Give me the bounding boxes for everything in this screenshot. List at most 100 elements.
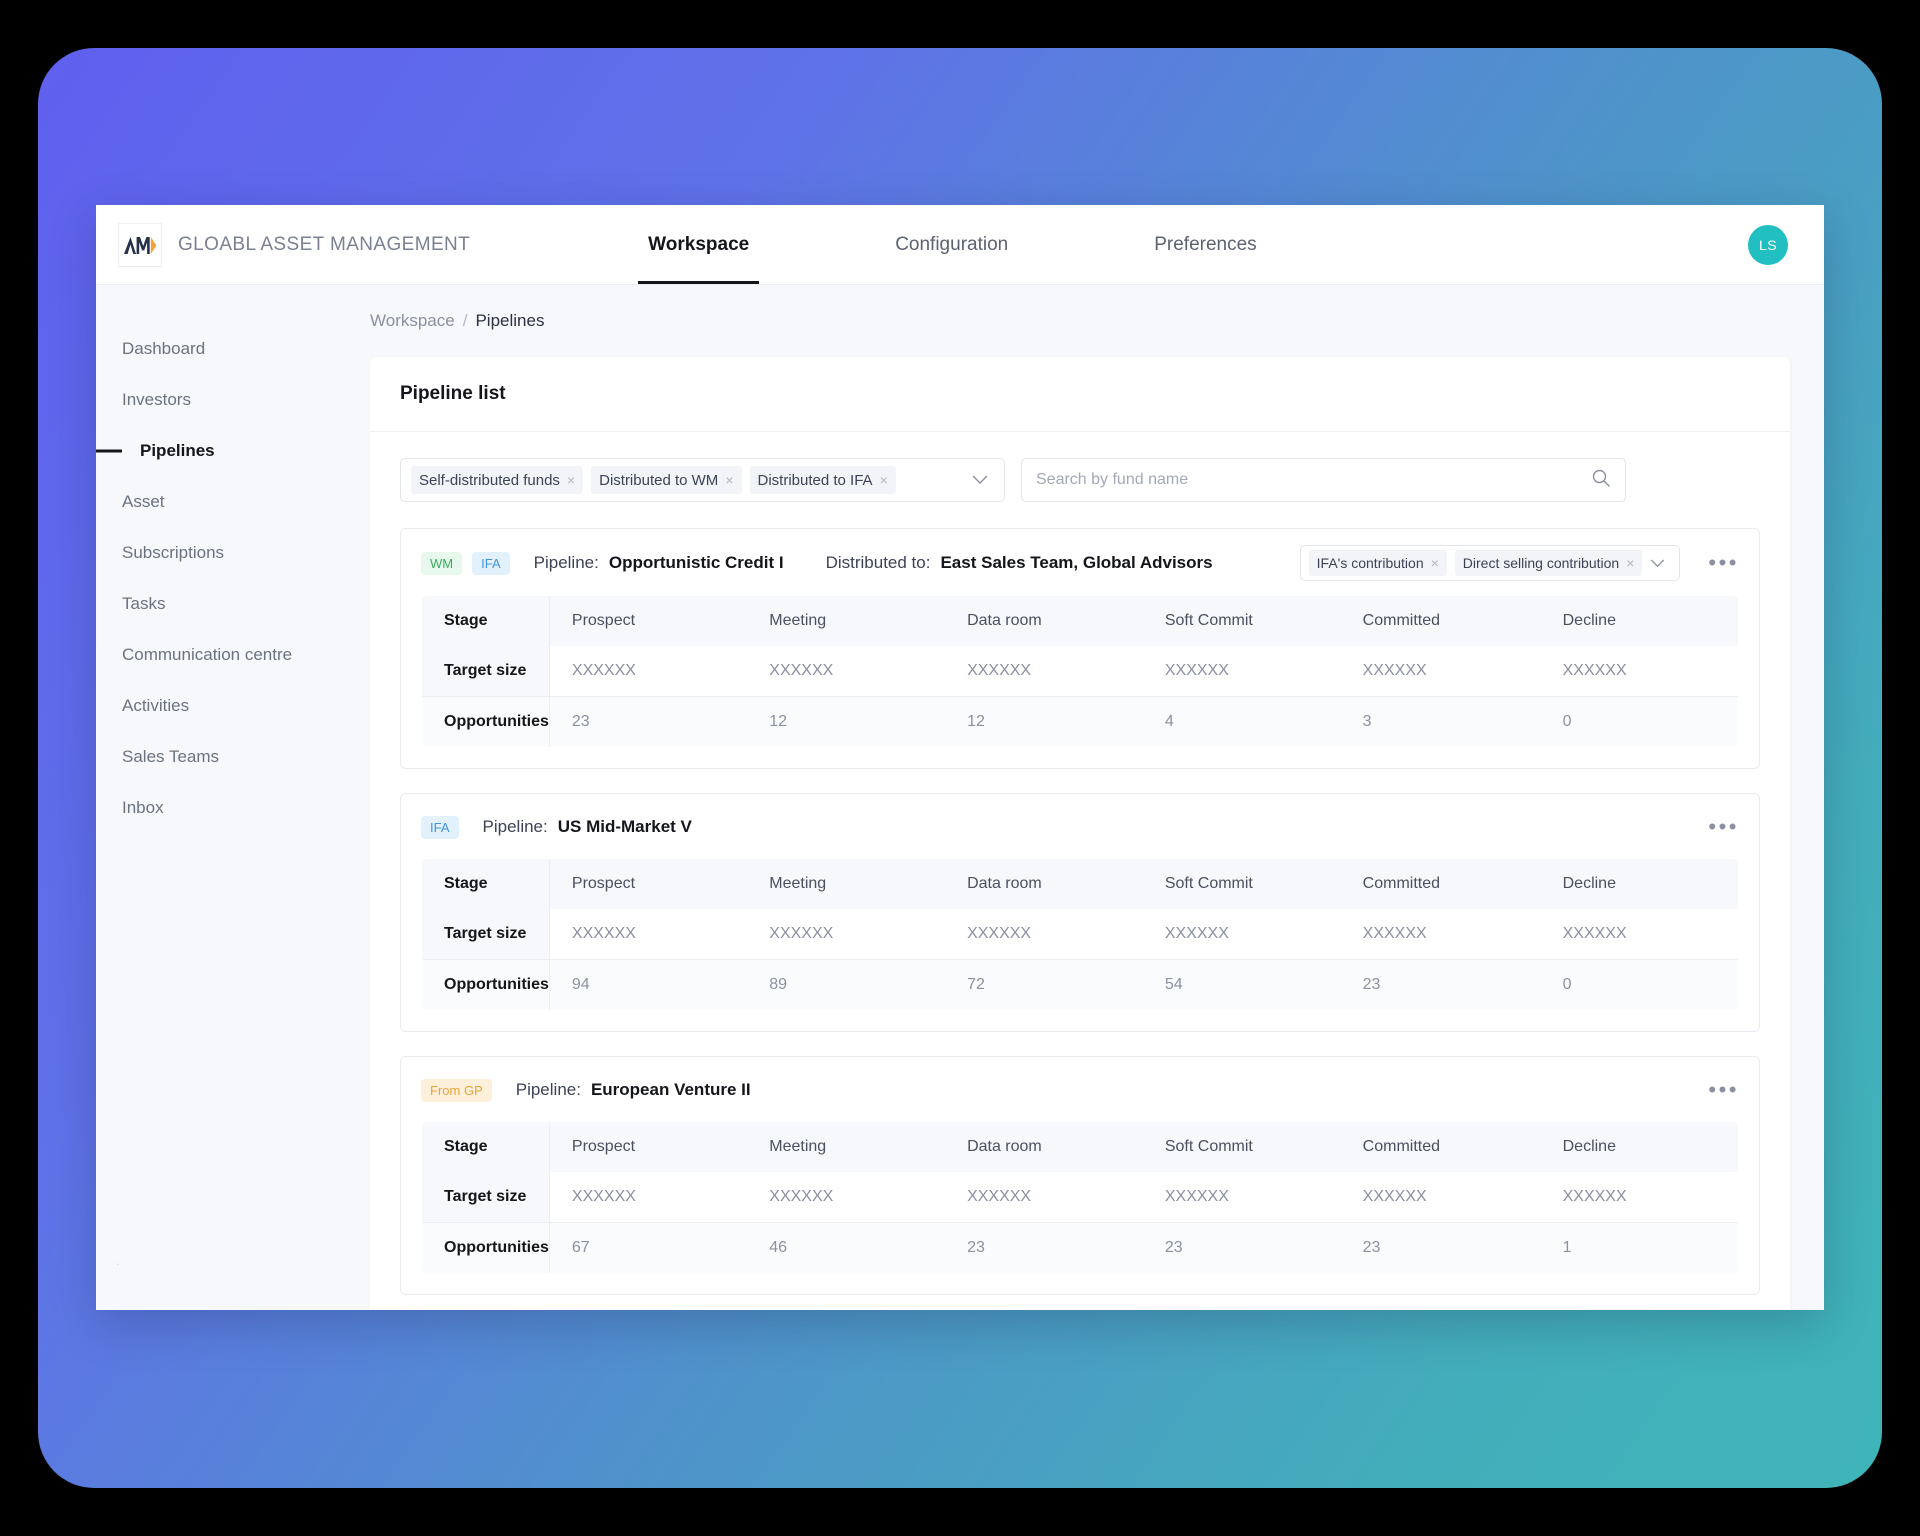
- sidebar-item-asset[interactable]: Asset: [96, 476, 369, 527]
- column-header-decline: Decline: [1540, 1122, 1738, 1172]
- sidebar-item-activities[interactable]: Activities: [96, 680, 369, 731]
- cell-target-prospect: XXXXXX: [549, 646, 748, 697]
- brand: GLOABL ASSET MANAGEMENT: [96, 222, 470, 267]
- pipeline-name: US Mid-Market V: [557, 817, 692, 836]
- breadcrumb-separator: /: [462, 311, 468, 330]
- cell-opp-prospect: 94: [549, 959, 748, 1010]
- row-label-target-size: Target size: [422, 909, 550, 960]
- column-header-meeting: Meeting: [747, 859, 946, 909]
- cell-target-data-room: XXXXXX: [945, 646, 1143, 697]
- pipeline-name: European Venture II: [590, 1080, 751, 1099]
- table-header-row: Stage Prospect Meeting Data room Soft Co…: [422, 1122, 1738, 1172]
- column-header-soft-commit: Soft Commit: [1142, 1122, 1341, 1172]
- pipeline-card: IFA Pipeline: US Mid-Market V ••• Stage …: [400, 793, 1760, 1032]
- sidebar-item-inbox[interactable]: Inbox: [96, 782, 369, 833]
- cell-opp-data-room: 12: [945, 696, 1143, 747]
- breadcrumb-current: Pipelines: [475, 311, 545, 330]
- filter-chip[interactable]: Distributed to IFA ×: [749, 466, 896, 494]
- cell-target-committed: XXXXXX: [1340, 1172, 1541, 1223]
- contribution-select[interactable]: IFA's contribution × Direct selling cont…: [1299, 545, 1681, 581]
- table-row: Target size XXXXXX XXXXXX XXXXXX XXXXXX …: [422, 646, 1738, 697]
- column-header-committed: Committed: [1340, 859, 1541, 909]
- pipeline-card: WM IFA Pipeline: Opportunistic Credit I …: [400, 528, 1760, 769]
- close-icon[interactable]: ×: [725, 473, 733, 487]
- contribution-chip-label: Direct selling contribution: [1462, 555, 1620, 571]
- cell-target-meeting: XXXXXX: [747, 1172, 946, 1223]
- cell-opp-soft-commit: 4: [1142, 696, 1341, 747]
- cell-opp-data-room: 72: [945, 959, 1143, 1010]
- table-row: Target size XXXXXX XXXXXX XXXXXX XXXXXX …: [422, 1172, 1738, 1223]
- am-logo-mark: [124, 236, 157, 254]
- pipeline-card-header: WM IFA Pipeline: Opportunistic Credit I …: [421, 545, 1739, 581]
- sidebar-item-communication-centre[interactable]: Communication centre: [96, 629, 369, 680]
- cell-opp-meeting: 89: [747, 959, 946, 1010]
- close-icon[interactable]: ×: [1431, 556, 1439, 570]
- filter-row: Self-distributed funds × Distributed to …: [400, 458, 1760, 502]
- pipeline-tag-wm: WM: [421, 551, 463, 575]
- table-header-row: Stage Prospect Meeting Data room Soft Co…: [422, 596, 1738, 646]
- cell-target-decline: XXXXXX: [1540, 1172, 1738, 1223]
- distribution-filter-select[interactable]: Self-distributed funds × Distributed to …: [400, 458, 1005, 502]
- cell-opp-meeting: 12: [747, 696, 946, 747]
- pipeline-name: Opportunistic Credit I: [608, 553, 784, 572]
- sidebar-item-sales-teams[interactable]: Sales Teams: [96, 731, 369, 782]
- app-window: GLOABL ASSET MANAGEMENT Workspace Config…: [96, 205, 1824, 1310]
- sidebar-item-tasks[interactable]: Tasks: [96, 578, 369, 629]
- column-header-prospect: Prospect: [549, 1122, 748, 1172]
- pipeline-label: Pipeline:: [533, 553, 599, 572]
- table-row: Opportunities 23 12 12 4 3 0: [422, 696, 1738, 747]
- cell-target-committed: XXXXXX: [1340, 909, 1541, 960]
- sidebar-item-dashboard[interactable]: Dashboard: [96, 323, 369, 374]
- row-label-target-size: Target size: [422, 1172, 550, 1223]
- cell-target-prospect: XXXXXX: [549, 1172, 748, 1223]
- search-box[interactable]: [1021, 458, 1626, 502]
- column-header-data-room: Data room: [945, 596, 1143, 646]
- cell-opp-decline: 1: [1540, 1222, 1738, 1273]
- nav-item-preferences[interactable]: Preferences: [1144, 205, 1266, 284]
- nav-item-configuration[interactable]: Configuration: [885, 205, 1018, 284]
- pipeline-card-header: IFA Pipeline: US Mid-Market V •••: [421, 810, 1739, 844]
- cell-target-data-room: XXXXXX: [945, 909, 1143, 960]
- sidebar-item-subscriptions[interactable]: Subscriptions: [96, 527, 369, 578]
- contribution-chip[interactable]: Direct selling contribution ×: [1454, 550, 1643, 576]
- filter-chip-label: Distributed to WM: [599, 471, 719, 489]
- sidebar-item-investors[interactable]: Investors: [96, 374, 369, 425]
- cell-opp-committed: 3: [1340, 696, 1541, 747]
- contribution-chip[interactable]: IFA's contribution ×: [1308, 550, 1447, 576]
- contribution-chip-label: IFA's contribution: [1316, 555, 1424, 571]
- avatar[interactable]: LS: [1748, 224, 1788, 265]
- search-icon[interactable]: [1591, 468, 1611, 493]
- chevron-down-icon[interactable]: [972, 473, 994, 488]
- row-label-opportunities: Opportunities: [422, 696, 550, 747]
- pipeline-tag-from-gp: From GP: [421, 1078, 492, 1102]
- chevron-down-icon[interactable]: [1650, 556, 1671, 571]
- breadcrumb-root[interactable]: Workspace: [370, 311, 455, 331]
- filter-chip[interactable]: Distributed to WM ×: [591, 466, 742, 494]
- cell-target-data-room: XXXXXX: [945, 1172, 1143, 1223]
- filter-chip-label: Distributed to IFA: [757, 471, 873, 489]
- main-nav: Workspace Configuration Preferences: [638, 205, 1267, 284]
- cell-opp-committed: 23: [1340, 1222, 1541, 1273]
- filter-chip[interactable]: Self-distributed funds ×: [411, 466, 584, 494]
- column-header-data-room: Data room: [945, 1122, 1143, 1172]
- search-input[interactable]: [1036, 471, 1591, 489]
- close-icon[interactable]: ×: [1626, 556, 1634, 570]
- top-navigation-bar: GLOABL ASSET MANAGEMENT Workspace Config…: [96, 205, 1824, 285]
- more-actions-icon[interactable]: •••: [1708, 1079, 1739, 1101]
- close-icon[interactable]: ×: [880, 473, 888, 487]
- cell-target-meeting: XXXXXX: [747, 909, 946, 960]
- cell-opp-soft-commit: 23: [1142, 1222, 1341, 1273]
- cell-opp-soft-commit: 54: [1142, 959, 1341, 1010]
- row-label-opportunities: Opportunities: [422, 959, 550, 1010]
- cell-target-prospect: XXXXXX: [549, 909, 748, 960]
- nav-item-workspace[interactable]: Workspace: [638, 205, 760, 284]
- pipeline-table: Stage Prospect Meeting Data room Soft Co…: [421, 858, 1739, 1011]
- pipeline-label: Pipeline:: [515, 1080, 581, 1099]
- panel-body: Self-distributed funds × Distributed to …: [370, 432, 1790, 1310]
- close-icon[interactable]: ×: [567, 473, 575, 487]
- more-actions-icon[interactable]: •••: [1708, 552, 1739, 574]
- sidebar-item-pipelines[interactable]: Pipelines: [96, 425, 369, 476]
- more-actions-icon[interactable]: •••: [1708, 816, 1739, 838]
- cell-target-soft-commit: XXXXXX: [1142, 909, 1341, 960]
- column-header-stage: Stage: [422, 1122, 550, 1172]
